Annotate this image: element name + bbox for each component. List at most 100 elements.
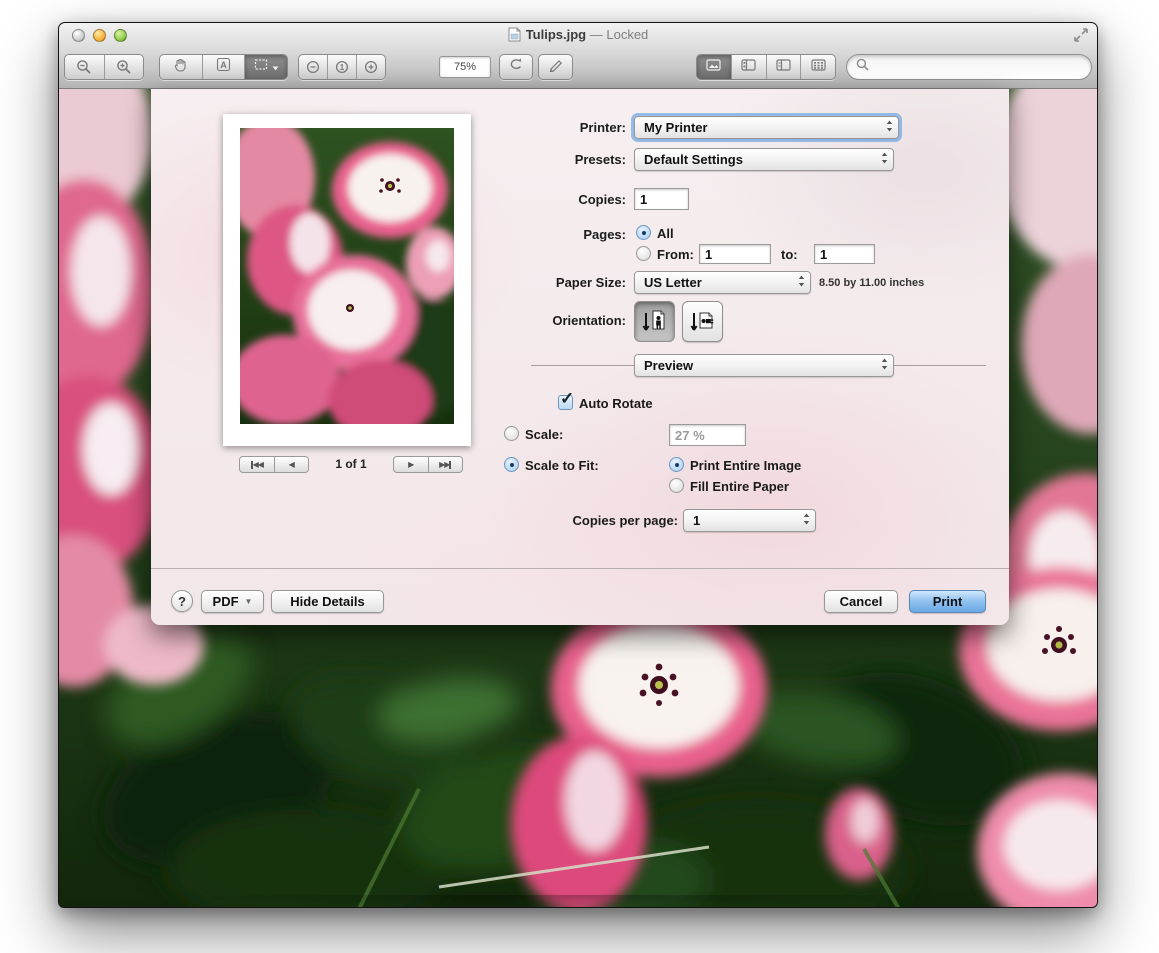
sidebar-thumbnails-icon <box>741 58 756 76</box>
print-entire-image-label: Print Entire Image <box>690 458 801 473</box>
paper-size-label: Paper Size: <box>426 275 626 290</box>
print-button[interactable]: Print <box>909 590 986 613</box>
pages-from-label: From: <box>657 247 694 262</box>
markup-button[interactable] <box>538 54 573 80</box>
grid-icon <box>811 58 826 76</box>
copies-per-page-select[interactable]: 1 <box>683 509 816 532</box>
presets-label: Presets: <box>426 152 626 167</box>
printer-select[interactable]: My Printer <box>634 116 899 139</box>
view-segment-group <box>696 54 836 80</box>
orientation-label: Orientation: <box>426 313 626 328</box>
image-view-icon <box>706 58 721 76</box>
page-nav-back-group: ◀◀ ◀ <box>239 456 309 473</box>
title-lock-state: — Locked <box>590 27 649 42</box>
chevron-down-icon: ▼ <box>245 597 253 606</box>
pages-from-radio[interactable] <box>636 246 651 261</box>
page-nav-forward-group: ▶ ▶▶ <box>393 456 463 473</box>
window-chrome: Tulips.jpg — Locked <box>59 23 1097 89</box>
zoom-segment-group <box>64 54 144 80</box>
chevron-down-icon <box>272 58 279 76</box>
scale-to-fit-label: Scale to Fit: <box>525 458 599 473</box>
popup-arrows-icon <box>802 512 811 529</box>
scale-to-fit-radio[interactable] <box>504 457 519 472</box>
to-input[interactable] <box>814 244 875 264</box>
auto-rotate-checkbox[interactable]: ✓ <box>558 395 573 410</box>
cancel-button[interactable]: Cancel <box>824 590 898 613</box>
search-icon <box>856 58 869 76</box>
fill-entire-paper-label: Fill Entire Paper <box>690 479 789 494</box>
scale-radio[interactable] <box>504 426 519 441</box>
fullscreen-icon[interactable] <box>1074 28 1088 47</box>
search-field[interactable] <box>846 54 1092 80</box>
popup-arrows-icon <box>880 151 889 168</box>
zoom-out-button[interactable] <box>65 55 105 79</box>
marquee-icon <box>254 58 269 76</box>
hide-details-button[interactable]: Hide Details <box>271 590 384 613</box>
checkmark-icon: ✓ <box>560 389 574 409</box>
screen: Tulips.jpg — Locked <box>0 0 1159 953</box>
tools-segment-group: A <box>159 54 288 80</box>
preview-window: Tulips.jpg — Locked <box>58 22 1098 908</box>
help-button[interactable]: ? <box>171 590 193 612</box>
search-input[interactable] <box>874 60 1074 74</box>
move-tool-button[interactable] <box>160 55 203 79</box>
window-shadow <box>40 895 1120 935</box>
zoom-in-button[interactable] <box>105 55 144 79</box>
titlebar[interactable]: Tulips.jpg — Locked <box>59 23 1097 47</box>
last-page-button[interactable]: ▶▶ <box>429 457 463 472</box>
print-preview-photo <box>240 128 454 424</box>
copies-per-page-label: Copies per page: <box>478 513 678 528</box>
scale-label: Scale: <box>525 427 563 442</box>
view-contact-sheet-button[interactable] <box>801 55 835 79</box>
print-dialog: ◀◀ ◀ 1 of 1 ▶ ▶▶ Printer: My Printer Pre… <box>151 89 1009 625</box>
next-page-button[interactable]: ▶ <box>394 457 429 472</box>
view-thumbnails-button[interactable] <box>732 55 767 79</box>
zoom-in-view-button[interactable] <box>357 55 385 79</box>
pages-label: Pages: <box>426 227 626 242</box>
print-entire-image-radio[interactable] <box>669 457 684 472</box>
settings-section-select[interactable]: Preview <box>634 354 894 377</box>
page-indicator: 1 of 1 <box>311 457 391 471</box>
copies-input[interactable] <box>634 188 689 210</box>
scale-input[interactable] <box>669 424 746 446</box>
paper-size-select[interactable]: US Letter <box>634 271 811 294</box>
pages-all-label: All <box>657 226 674 241</box>
rotate-button[interactable] <box>499 54 533 80</box>
landscape-icon <box>689 306 717 337</box>
popup-arrows-icon <box>885 119 894 136</box>
view-content-only-button[interactable] <box>697 55 732 79</box>
pages-all-radio[interactable] <box>636 225 651 240</box>
portrait-icon <box>641 306 669 337</box>
pdf-menu-button[interactable]: PDF▼ <box>201 590 264 613</box>
first-page-button[interactable]: ◀◀ <box>240 457 275 472</box>
text-select-tool-button[interactable]: A <box>203 55 246 79</box>
printer-label: Printer: <box>426 120 626 135</box>
previous-page-button[interactable]: ◀ <box>275 457 309 472</box>
pencil-icon <box>548 57 564 77</box>
hand-icon <box>173 57 188 77</box>
actual-size-button[interactable]: 1 <box>328 55 357 79</box>
from-input[interactable] <box>699 244 771 264</box>
title-filename: Tulips.jpg <box>526 27 586 42</box>
copies-label: Copies: <box>426 192 626 207</box>
text-select-icon: A <box>216 57 231 77</box>
popup-arrows-icon <box>880 357 889 374</box>
view-table-of-contents-button[interactable] <box>767 55 802 79</box>
orientation-portrait-button[interactable] <box>634 301 675 342</box>
svg-text:A: A <box>220 60 227 70</box>
scale-segment-group: 1 <box>298 54 386 80</box>
window-title: Tulips.jpg — Locked <box>59 27 1097 45</box>
zoom-level-input[interactable] <box>439 56 491 78</box>
sidebar-list-icon <box>776 58 791 76</box>
svg-text:1: 1 <box>340 63 345 72</box>
document-icon <box>508 27 521 45</box>
zoom-out-view-button[interactable] <box>299 55 328 79</box>
rotate-icon <box>508 57 524 77</box>
fill-entire-paper-radio[interactable] <box>669 478 684 493</box>
orientation-landscape-button[interactable] <box>682 301 723 342</box>
pages-to-label: to: <box>781 247 798 262</box>
rect-select-tool-button[interactable] <box>245 55 287 79</box>
presets-select[interactable]: Default Settings <box>634 148 894 171</box>
photo-canvas: ◀◀ ◀ 1 of 1 ▶ ▶▶ Printer: My Printer Pre… <box>59 89 1098 908</box>
footer-divider <box>151 568 1009 569</box>
